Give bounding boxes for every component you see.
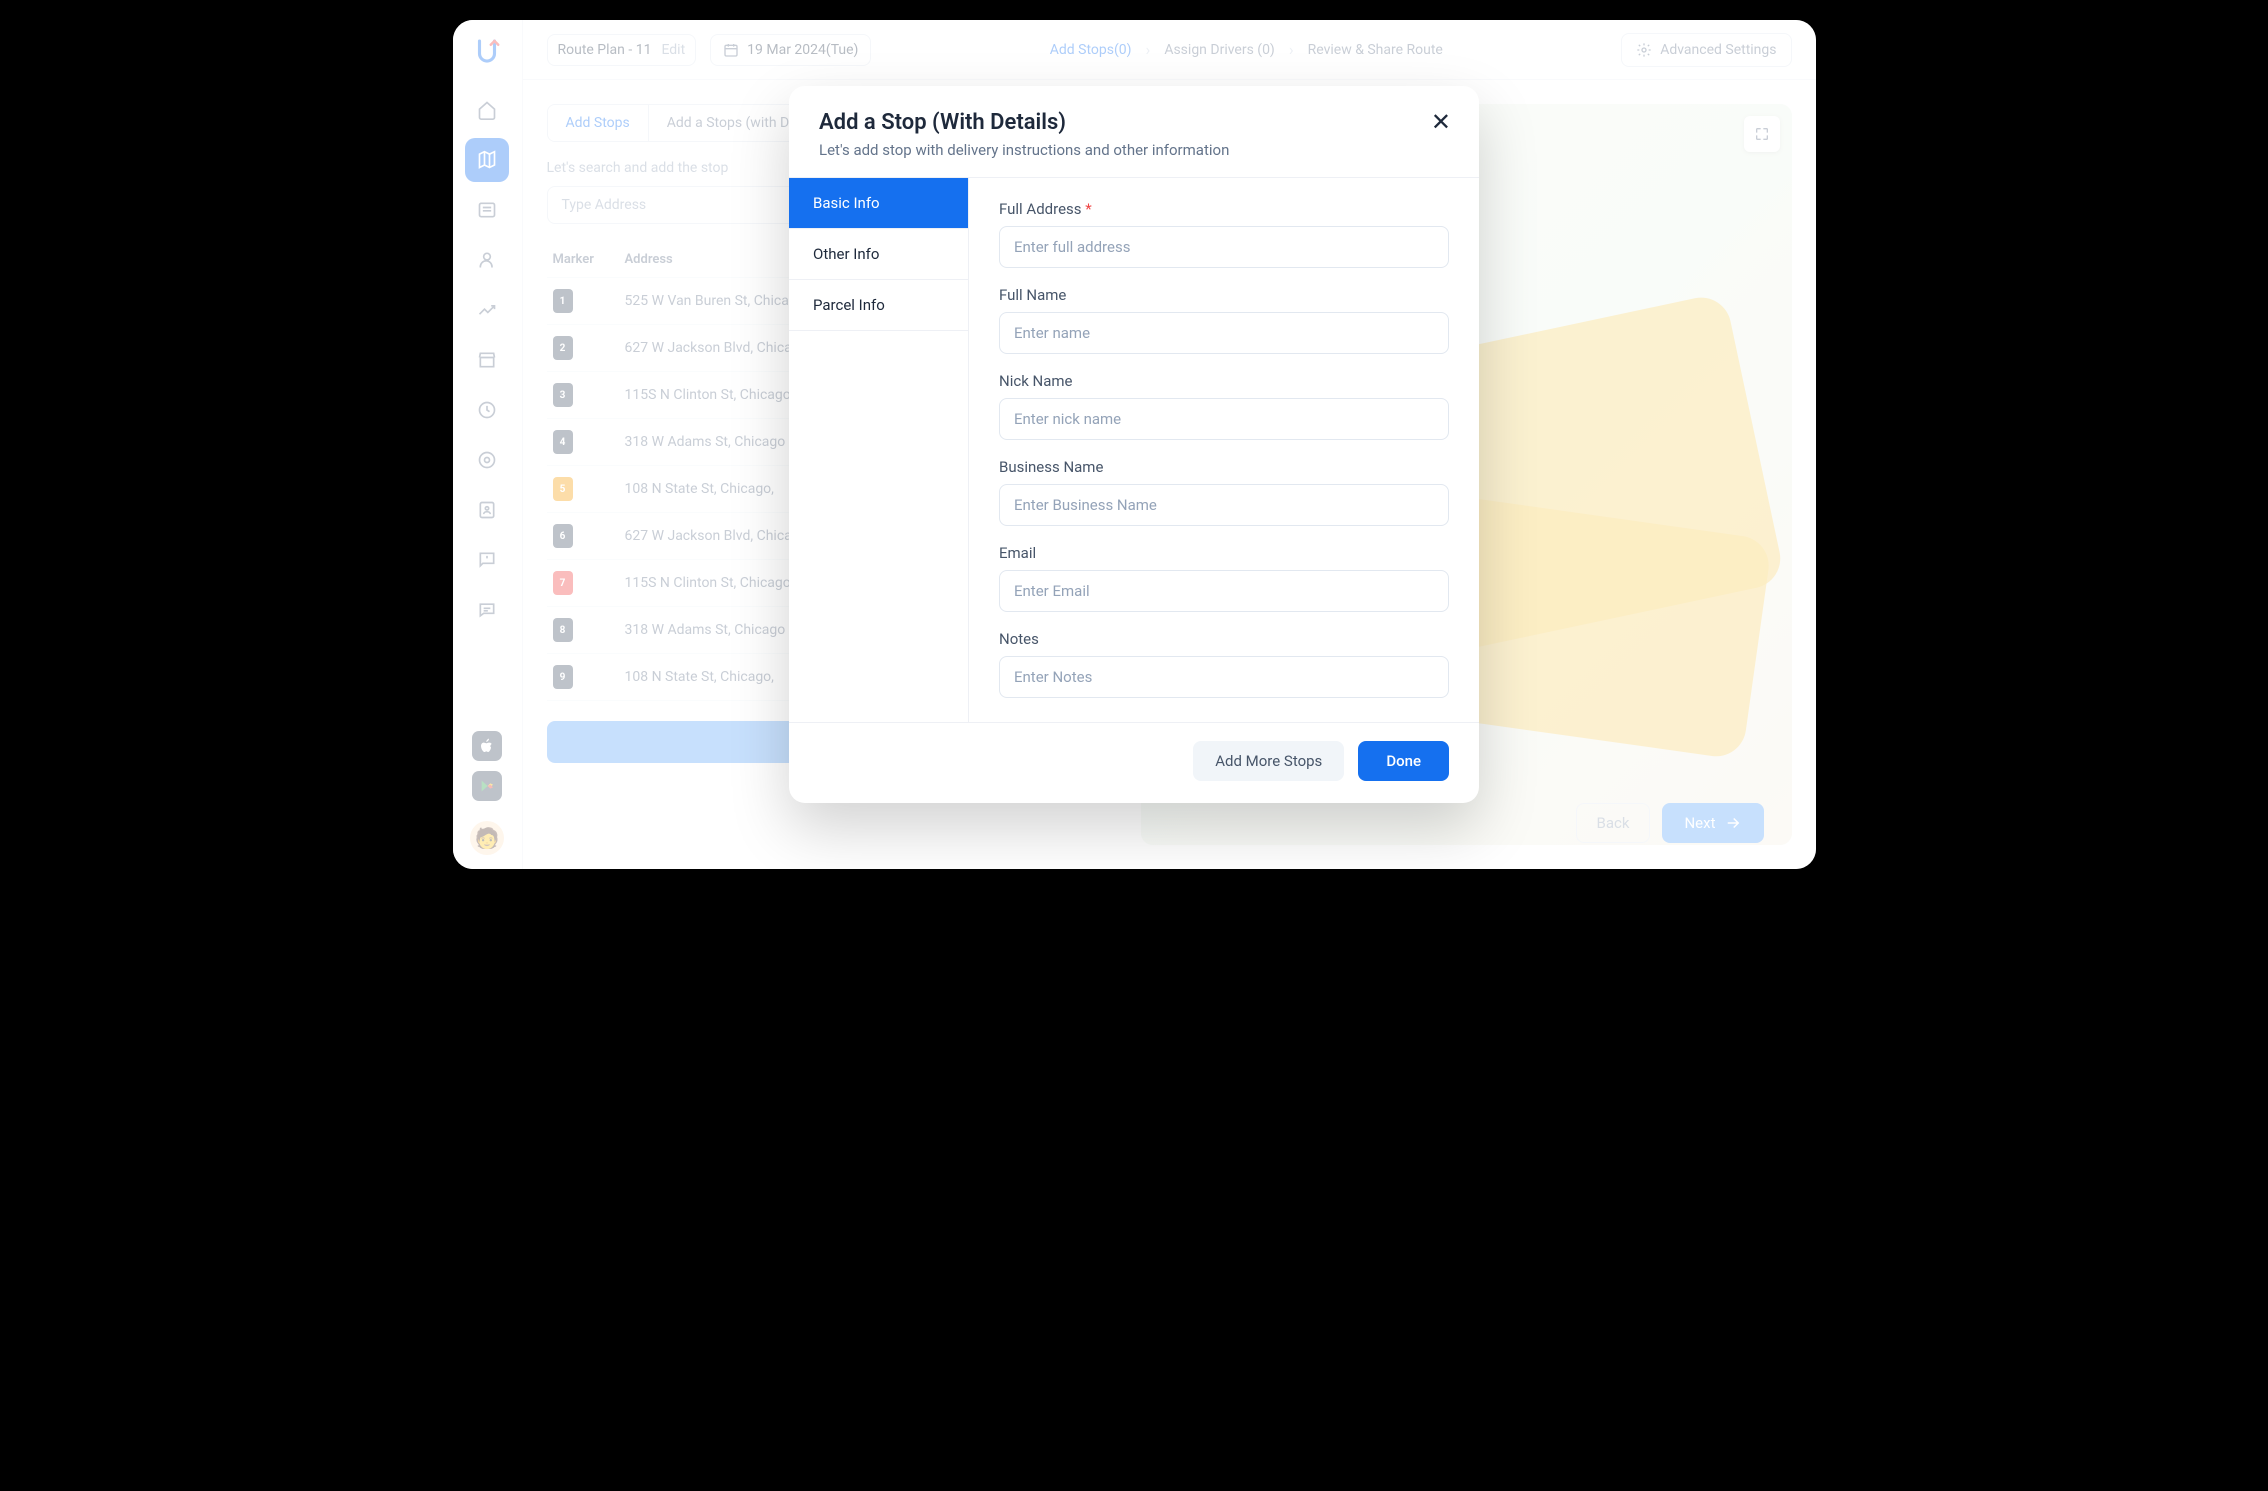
- label-business-name: Business Name: [999, 458, 1449, 476]
- label-email: Email: [999, 544, 1449, 562]
- label-full-name: Full Name: [999, 286, 1449, 304]
- modal-tabs: Basic Info Other Info Parcel Info: [789, 178, 969, 722]
- modal-subtitle: Let's add stop with delivery instruction…: [819, 141, 1449, 159]
- label-nick-name: Nick Name: [999, 372, 1449, 390]
- label-notes: Notes: [999, 630, 1449, 648]
- mtab-basic-info[interactable]: Basic Info: [789, 178, 968, 229]
- mtab-other-info[interactable]: Other Info: [789, 229, 968, 280]
- done-button[interactable]: Done: [1358, 741, 1449, 781]
- input-business-name[interactable]: [999, 484, 1449, 526]
- input-nick-name[interactable]: [999, 398, 1449, 440]
- mtab-parcel-info[interactable]: Parcel Info: [789, 280, 968, 331]
- input-full-name[interactable]: [999, 312, 1449, 354]
- input-email[interactable]: [999, 570, 1449, 612]
- add-more-stops-button[interactable]: Add More Stops: [1193, 741, 1344, 781]
- input-full-address[interactable]: [999, 226, 1449, 268]
- input-notes[interactable]: [999, 656, 1449, 698]
- label-full-address: Full Address *: [999, 200, 1449, 218]
- modal-footer: Add More Stops Done: [789, 722, 1479, 803]
- modal-title: Add a Stop (With Details): [819, 110, 1449, 135]
- modal-overlay: Add a Stop (With Details) Let's add stop…: [453, 20, 1816, 869]
- modal-body: Basic Info Other Info Parcel Info Full A…: [789, 178, 1479, 722]
- modal-form: Full Address * Full Name Nick Name Busin…: [969, 178, 1479, 722]
- modal-header: Add a Stop (With Details) Let's add stop…: [789, 86, 1479, 178]
- app-frame: 🧑 Route Plan - 11 Edit 19 Mar 2024(Tue) …: [453, 20, 1816, 869]
- add-stop-modal: Add a Stop (With Details) Let's add stop…: [789, 86, 1479, 803]
- close-icon[interactable]: ✕: [1431, 110, 1451, 134]
